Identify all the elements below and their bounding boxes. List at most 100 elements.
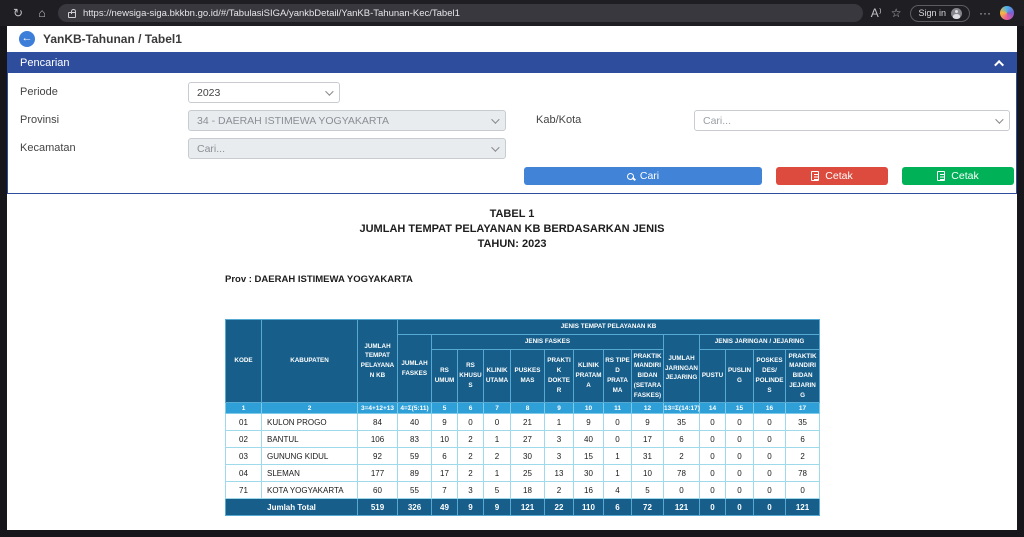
value-cell: 35 bbox=[664, 414, 700, 431]
kode-cell: 71 bbox=[226, 482, 262, 499]
numbering-cell: 6 bbox=[458, 403, 484, 414]
value-cell: 106 bbox=[358, 431, 398, 448]
numbering-cell: 15 bbox=[726, 403, 754, 414]
value-cell: 2 bbox=[458, 448, 484, 465]
report-titles: TABEL 1 JUMLAH TEMPAT PELAYANAN KB BERDA… bbox=[7, 207, 1017, 252]
numbering-cell: 2 bbox=[262, 403, 358, 414]
value-cell: 0 bbox=[754, 482, 786, 499]
back-button[interactable]: ← bbox=[19, 31, 35, 47]
numbering-cell: 7 bbox=[484, 403, 511, 414]
pdf-file-icon bbox=[811, 171, 819, 181]
excel-file-icon bbox=[937, 171, 945, 181]
value-cell: 10 bbox=[432, 431, 458, 448]
kode-cell: 03 bbox=[226, 448, 262, 465]
value-cell: 83 bbox=[398, 431, 432, 448]
total-value-cell: 519 bbox=[358, 499, 398, 516]
search-panel-header[interactable]: Pencarian bbox=[8, 53, 1016, 73]
value-cell: 21 bbox=[511, 414, 545, 431]
table-row: 71KOTA YOGYAKARTA6055735182164500000 bbox=[226, 482, 820, 499]
value-cell: 0 bbox=[754, 448, 786, 465]
table-row: 02BANTUL1068310212734001760006 bbox=[226, 431, 820, 448]
value-cell: 0 bbox=[604, 414, 632, 431]
cari-button-label: Cari bbox=[640, 170, 659, 182]
periode-select[interactable]: 2023 bbox=[188, 82, 340, 103]
chevron-down-icon bbox=[491, 115, 499, 123]
value-cell: 0 bbox=[458, 414, 484, 431]
provinsi-value: 34 - DAERAH ISTIMEWA YOGYAKARTA bbox=[197, 115, 389, 127]
value-cell: 0 bbox=[726, 431, 754, 448]
periode-value: 2023 bbox=[197, 87, 220, 99]
total-value-cell: 22 bbox=[545, 499, 574, 516]
numbering-row: 123=4+12+134=Σ(5:11)5678910111213=Σ(14:1… bbox=[226, 403, 820, 414]
value-cell: 0 bbox=[726, 414, 754, 431]
value-cell: 2 bbox=[458, 465, 484, 482]
value-cell: 1 bbox=[604, 448, 632, 465]
value-cell: 6 bbox=[786, 431, 820, 448]
browser-titlebar: ↻ ⌂ https://newsiga-siga.bkkbn.go.id/#/T… bbox=[0, 0, 1024, 26]
address-bar[interactable]: https://newsiga-siga.bkkbn.go.id/#/Tabul… bbox=[58, 4, 863, 22]
kabkota-label: Kab/Kota bbox=[536, 114, 581, 126]
provinsi-label: Provinsi bbox=[20, 114, 59, 126]
value-cell: 1 bbox=[484, 431, 511, 448]
kabupaten-cell: BANTUL bbox=[262, 431, 358, 448]
report-title-line2: JUMLAH TEMPAT PELAYANAN KB BERDASARKAN J… bbox=[7, 222, 1017, 237]
numbering-cell: 14 bbox=[700, 403, 726, 414]
kabkota-select[interactable]: Cari... bbox=[694, 110, 1010, 131]
profile-avatar-icon bbox=[951, 8, 962, 19]
copilot-icon[interactable] bbox=[1000, 6, 1014, 20]
total-label-cell: Jumlah Total bbox=[226, 499, 358, 516]
col-header-jumlah-tempat: JUMLAH TEMPAT PELAYANAN KB bbox=[358, 320, 398, 403]
col-header-poskesdes: POSKESDES/ POLINDES bbox=[754, 349, 786, 403]
value-cell: 78 bbox=[664, 465, 700, 482]
kecamatan-select[interactable]: Cari... bbox=[188, 138, 506, 159]
refresh-icon[interactable]: ↻ bbox=[10, 6, 26, 20]
kode-cell: 01 bbox=[226, 414, 262, 431]
total-value-cell: 121 bbox=[786, 499, 820, 516]
sign-in-button[interactable]: Sign in bbox=[910, 5, 970, 22]
read-aloud-icon[interactable]: A⁾ bbox=[871, 6, 882, 20]
col-header-jumlah-jaringan: JUMLAH JARINGAN JEJARING bbox=[664, 334, 700, 403]
value-cell: 18 bbox=[511, 482, 545, 499]
numbering-cell: 5 bbox=[432, 403, 458, 414]
col-header-klinik-utama: KLINIK UTAMA bbox=[484, 349, 511, 403]
total-value-cell: 6 bbox=[604, 499, 632, 516]
cetak-pdf-button[interactable]: Cetak bbox=[776, 167, 888, 185]
value-cell: 15 bbox=[574, 448, 604, 465]
value-cell: 40 bbox=[398, 414, 432, 431]
col-header-jenis-faskes: JENIS FASKES bbox=[432, 334, 664, 349]
titlebar-actions: A⁾ ☆ Sign in ··· bbox=[871, 5, 1014, 22]
chevron-down-icon bbox=[995, 115, 1003, 123]
value-cell: 3 bbox=[545, 448, 574, 465]
provinsi-select[interactable]: 34 - DAERAH ISTIMEWA YOGYAKARTA bbox=[188, 110, 506, 131]
value-cell: 0 bbox=[700, 465, 726, 482]
kecamatan-placeholder: Cari... bbox=[197, 143, 225, 155]
value-cell: 59 bbox=[398, 448, 432, 465]
search-panel-body: Periode 2023 Provinsi 34 - DAERAH ISTIME… bbox=[8, 73, 1016, 193]
more-menu-icon[interactable]: ··· bbox=[979, 6, 991, 20]
value-cell: 27 bbox=[511, 431, 545, 448]
lock-icon[interactable] bbox=[68, 12, 76, 18]
value-cell: 31 bbox=[632, 448, 664, 465]
value-cell: 17 bbox=[432, 465, 458, 482]
favorites-star-icon[interactable]: ☆ bbox=[891, 6, 902, 20]
chevron-down-icon bbox=[491, 143, 499, 151]
cari-button[interactable]: Cari bbox=[524, 167, 762, 185]
home-icon[interactable]: ⌂ bbox=[34, 6, 50, 20]
numbering-cell: 16 bbox=[754, 403, 786, 414]
total-value-cell: 0 bbox=[726, 499, 754, 516]
value-cell: 0 bbox=[754, 431, 786, 448]
value-cell: 2 bbox=[786, 448, 820, 465]
value-cell: 9 bbox=[432, 414, 458, 431]
value-cell: 9 bbox=[574, 414, 604, 431]
chevron-down-icon bbox=[325, 87, 333, 95]
value-cell: 30 bbox=[511, 448, 545, 465]
col-header-praktik-dokter: PRAKTIK DOKTER bbox=[545, 349, 574, 403]
value-cell: 6 bbox=[432, 448, 458, 465]
value-cell: 17 bbox=[632, 431, 664, 448]
search-icon bbox=[627, 173, 634, 180]
value-cell: 35 bbox=[786, 414, 820, 431]
col-header-kode: KODE bbox=[226, 320, 262, 403]
cetak-excel-button[interactable]: Cetak bbox=[902, 167, 1014, 185]
periode-label: Periode bbox=[20, 86, 58, 98]
kabupaten-cell: KOTA YOGYAKARTA bbox=[262, 482, 358, 499]
